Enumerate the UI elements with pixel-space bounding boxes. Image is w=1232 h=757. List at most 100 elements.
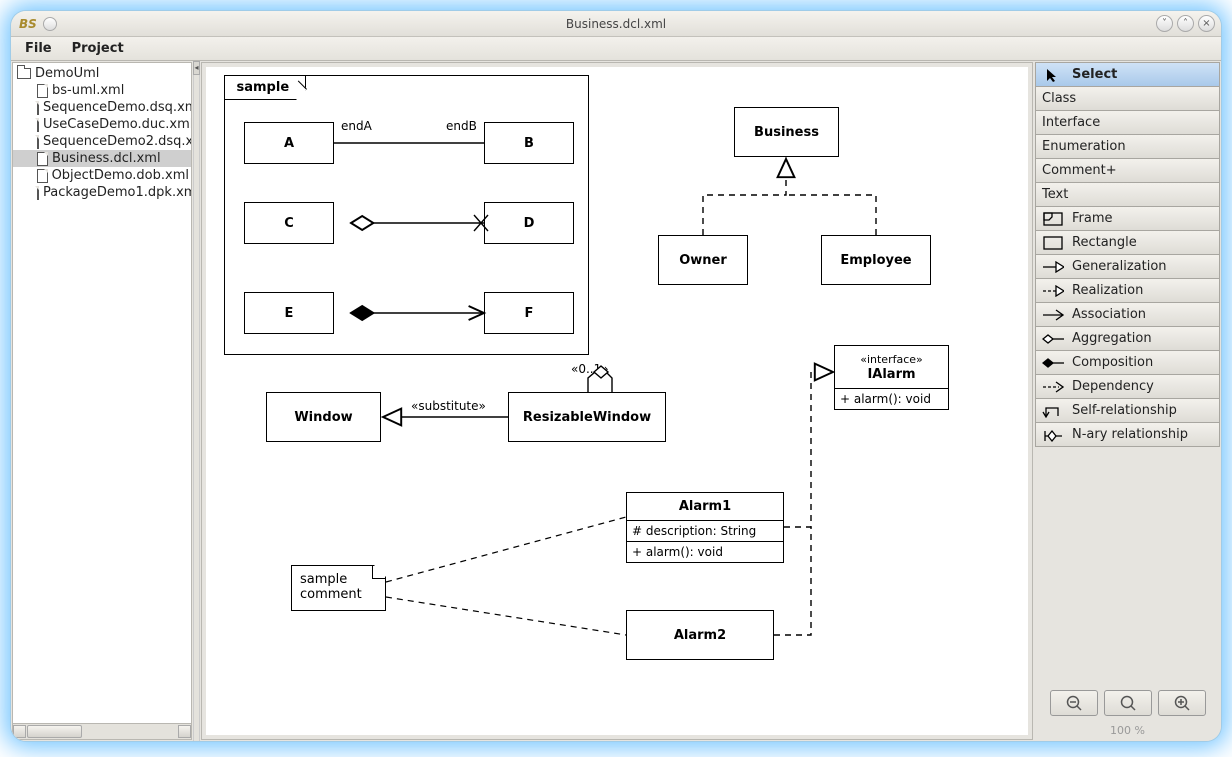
rectangle-icon bbox=[1042, 236, 1064, 250]
tree-item[interactable]: UseCaseDemo.duc.xml bbox=[13, 116, 191, 133]
label-substitute: «substitute» bbox=[411, 399, 486, 413]
label-enda: endA bbox=[341, 119, 372, 133]
tree-item[interactable]: Business.dcl.xml bbox=[13, 150, 191, 167]
file-icon bbox=[37, 152, 48, 166]
tool-label: Comment+ bbox=[1042, 163, 1117, 178]
toolbox: Select Class Interface Enumeration Comment+ T… bbox=[1035, 62, 1220, 740]
dependency-icon bbox=[1042, 381, 1064, 393]
file-icon bbox=[37, 135, 39, 149]
splitter[interactable]: ◂ bbox=[193, 61, 200, 741]
tool-realization[interactable]: Realization bbox=[1035, 278, 1220, 303]
project-tree[interactable]: DemoUml bs-uml.xml SequenceDemo.dsq.xml Us… bbox=[13, 63, 191, 723]
titlebar-menu-icon[interactable] bbox=[43, 17, 57, 31]
tool-self-relationship[interactable]: Self-relationship bbox=[1035, 398, 1220, 423]
scroll-thumb[interactable] bbox=[27, 725, 82, 738]
tree-item[interactable]: bs-uml.xml bbox=[13, 82, 191, 99]
zoom-in-button[interactable] bbox=[1158, 690, 1206, 716]
zoom-out-button[interactable] bbox=[1050, 690, 1098, 716]
diagram-canvas[interactable]: sample A B C D E F Business Owner Employ… bbox=[206, 67, 1028, 735]
file-icon bbox=[37, 186, 39, 200]
tool-interface[interactable]: Interface bbox=[1035, 110, 1220, 135]
uml-class-window[interactable]: Window bbox=[266, 392, 381, 442]
tree-item-label: SequenceDemo.dsq.xml bbox=[43, 100, 191, 115]
aggregation-icon bbox=[1042, 333, 1064, 345]
horizontal-scrollbar[interactable] bbox=[13, 723, 191, 739]
tool-select[interactable]: Select bbox=[1035, 62, 1220, 87]
menubar: File Project bbox=[11, 37, 1221, 61]
tool-label: Interface bbox=[1042, 115, 1100, 130]
tool-rectangle[interactable]: Rectangle bbox=[1035, 230, 1220, 255]
tree-item[interactable]: SequenceDemo2.dsq.xml bbox=[13, 133, 191, 150]
scroll-right-icon[interactable] bbox=[178, 725, 191, 738]
project-tree-panel: DemoUml bs-uml.xml SequenceDemo.dsq.xml Us… bbox=[12, 62, 192, 740]
titlebar[interactable]: BS Business.dcl.xml ˅ ˄ × bbox=[11, 11, 1221, 37]
tree-root[interactable]: DemoUml bbox=[13, 65, 191, 82]
uml-class-employee[interactable]: Employee bbox=[821, 235, 931, 285]
minimize-icon[interactable]: ˅ bbox=[1156, 15, 1173, 32]
tree-item[interactable]: SequenceDemo.dsq.xml bbox=[13, 99, 191, 116]
tool-text[interactable]: Text bbox=[1035, 182, 1220, 207]
zoom-reset-button[interactable] bbox=[1104, 690, 1152, 716]
n-ary-relationship-icon bbox=[1042, 428, 1064, 442]
zoom-label: 100 % bbox=[1035, 724, 1220, 737]
tool-label: Enumeration bbox=[1042, 139, 1126, 154]
scroll-left-icon[interactable] bbox=[13, 725, 26, 738]
tool-label: Realization bbox=[1072, 283, 1143, 298]
tool-label: N-ary relationship bbox=[1072, 427, 1188, 442]
tool-frame[interactable]: Frame bbox=[1035, 206, 1220, 231]
uml-class-e[interactable]: E bbox=[244, 292, 334, 334]
uml-class-resizablewindow[interactable]: ResizableWindow bbox=[508, 392, 666, 442]
tool-comment-[interactable]: Comment+ bbox=[1035, 158, 1220, 183]
tool-label: Composition bbox=[1072, 355, 1153, 370]
uml-class-c[interactable]: C bbox=[244, 202, 334, 244]
realization-icon bbox=[1042, 285, 1064, 297]
uml-class-alarm1[interactable]: Alarm1 # description: String + alarm(): … bbox=[626, 492, 784, 563]
tree-item[interactable]: PackageDemo1.dpk.xml bbox=[13, 184, 191, 201]
tree-item-label: bs-uml.xml bbox=[52, 83, 124, 98]
tool-dependency[interactable]: Dependency bbox=[1035, 374, 1220, 399]
uml-class-owner[interactable]: Owner bbox=[658, 235, 748, 285]
tool-label: Frame bbox=[1072, 211, 1113, 226]
file-icon bbox=[37, 118, 39, 132]
uml-class-alarm2[interactable]: Alarm2 bbox=[626, 610, 774, 660]
uml-frame-label: sample bbox=[224, 75, 307, 100]
label-endb: endB bbox=[446, 119, 477, 133]
tool-label: Aggregation bbox=[1072, 331, 1152, 346]
tree-item-label: ObjectDemo.dob.xml bbox=[52, 168, 189, 183]
diagram-canvas-wrap: sample A B C D E F Business Owner Employ… bbox=[201, 62, 1033, 740]
tree-item[interactable]: ObjectDemo.dob.xml bbox=[13, 167, 191, 184]
tool-label: Select bbox=[1072, 67, 1117, 82]
generalization-icon bbox=[1042, 261, 1064, 273]
tool-label: Association bbox=[1072, 307, 1146, 322]
collapse-left-icon[interactable]: ◂ bbox=[193, 61, 200, 75]
menu-file[interactable]: File bbox=[17, 38, 60, 59]
uml-comment[interactable]: sample comment bbox=[291, 565, 386, 611]
close-icon[interactable]: × bbox=[1198, 15, 1215, 32]
file-icon bbox=[37, 84, 48, 98]
tool-enumeration[interactable]: Enumeration bbox=[1035, 134, 1220, 159]
tool-n-ary-relationship[interactable]: N-ary relationship bbox=[1035, 422, 1220, 447]
tool-class[interactable]: Class bbox=[1035, 86, 1220, 111]
tool-label: Self-relationship bbox=[1072, 403, 1177, 418]
menu-project[interactable]: Project bbox=[64, 38, 132, 59]
uml-class-a[interactable]: A bbox=[244, 122, 334, 164]
association-icon bbox=[1042, 309, 1064, 321]
folder-icon bbox=[17, 68, 31, 79]
tool-composition[interactable]: Composition bbox=[1035, 350, 1220, 375]
tree-item-label: UseCaseDemo.duc.xml bbox=[43, 117, 191, 132]
tool-association[interactable]: Association bbox=[1035, 302, 1220, 327]
tree-root-label: DemoUml bbox=[35, 66, 99, 81]
app-badge: BS bbox=[19, 17, 37, 31]
uml-class-d[interactable]: D bbox=[484, 202, 574, 244]
uml-interface-ialarm[interactable]: «interface»IAlarm + alarm(): void bbox=[834, 345, 949, 410]
uml-class-business[interactable]: Business bbox=[734, 107, 839, 157]
uml-class-f[interactable]: F bbox=[484, 292, 574, 334]
tool-aggregation[interactable]: Aggregation bbox=[1035, 326, 1220, 351]
label-multiplicity: «0..1» bbox=[571, 362, 609, 376]
tree-item-label: PackageDemo1.dpk.xml bbox=[43, 185, 191, 200]
uml-class-b[interactable]: B bbox=[484, 122, 574, 164]
maximize-icon[interactable]: ˄ bbox=[1177, 15, 1194, 32]
self-relationship-icon bbox=[1042, 404, 1064, 418]
tool-generalization[interactable]: Generalization bbox=[1035, 254, 1220, 279]
tool-label: Class bbox=[1042, 91, 1076, 106]
